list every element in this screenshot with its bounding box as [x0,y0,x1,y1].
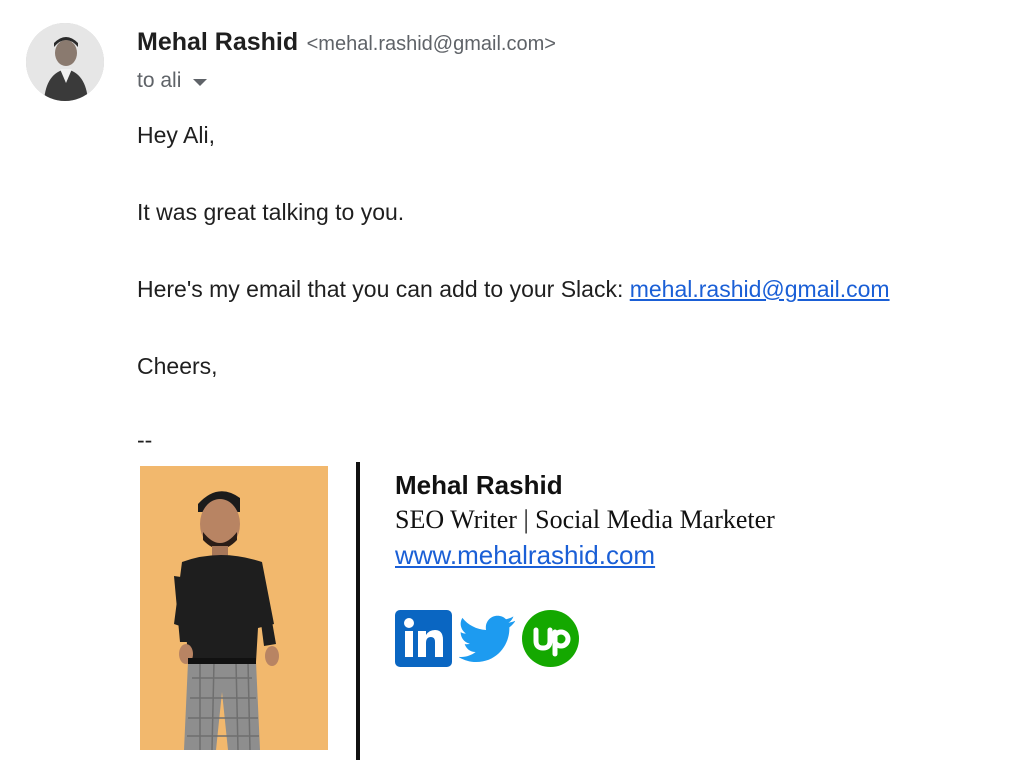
avatar-photo [26,23,104,101]
recipient-details[interactable]: to ali [137,69,208,93]
signature-divider [356,462,360,760]
show-details-dropdown-icon[interactable] [193,78,208,86]
twitter-icon[interactable] [458,610,516,667]
signature-job-title: SEO Writer | Social Media Marketer [395,505,775,534]
body-paragraph-2: Here's my email that you can add to your… [137,276,890,303]
signature-separator: -- [137,427,153,453]
sender-line: Mehal Rashid <mehal.rashid@gmail.com> [137,28,556,57]
linkedin-icon[interactable] [395,610,452,667]
body-paragraph-2-text: Here's my email that you can add to your… [137,276,630,302]
sender-email: <mehal.rashid@gmail.com> [306,33,556,55]
recipient-label: to ali [137,69,182,92]
signature-name: Mehal Rashid [395,470,563,500]
signature-portrait [140,466,328,750]
sender-name[interactable]: Mehal Rashid [137,28,298,56]
body-paragraph-1: It was great talking to you. [137,199,405,225]
email-link[interactable]: mehal.rashid@gmail.com [630,276,890,302]
closing-text: Cheers, [137,353,218,379]
signature-website-link[interactable]: www.mehalrashid.com [395,540,655,571]
sender-avatar[interactable] [26,23,104,101]
signature-photo [140,466,328,750]
greeting-text: Hey Ali, [137,122,215,148]
upwork-icon[interactable] [522,610,579,667]
